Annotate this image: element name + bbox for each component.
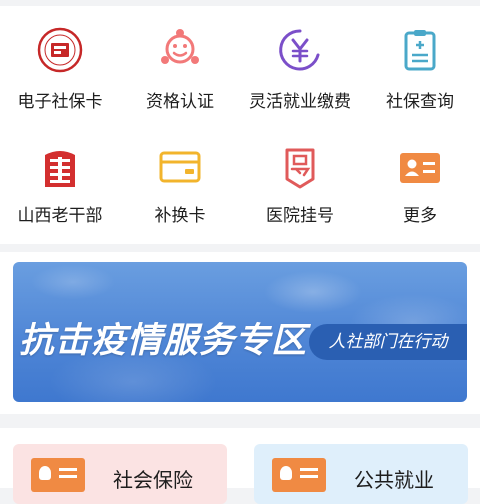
- service-label: 社保查询: [386, 92, 454, 112]
- yuan-payment-icon: [240, 28, 360, 72]
- tile-social-insurance[interactable]: 社会保险: [13, 444, 227, 504]
- service-label: 山西老干部: [17, 206, 103, 226]
- service-label: 资格认证: [146, 92, 214, 112]
- tile-label: 公共就业: [354, 468, 434, 492]
- card-replace-icon: [120, 146, 240, 190]
- shanxi-veteran-logo-icon: [0, 146, 120, 190]
- banner-section: 抗击疫情服务专区 人社部门在行动: [0, 252, 480, 414]
- service-label: 补换卡: [154, 206, 206, 226]
- banner-subtitle-pill: 人社部门在行动: [309, 324, 467, 360]
- clipboard-query-icon: [360, 28, 480, 72]
- tile-public-employment[interactable]: 公共就业: [254, 444, 468, 504]
- tile-label: 社会保险: [113, 468, 193, 492]
- banner-title: 抗击疫情服务专区: [19, 320, 308, 361]
- more-card-icon: [360, 146, 480, 190]
- id-card-icon: [31, 458, 85, 492]
- hospital-register-icon: [240, 146, 360, 190]
- epidemic-service-banner[interactable]: 抗击疫情服务专区 人社部门在行动: [13, 262, 467, 402]
- services-card: 电子社保卡 资格认证 灵活就业缴费 社保查询 山西老干部 补换卡 医院挂号 更多: [0, 6, 480, 244]
- service-label: 灵活就业缴费: [249, 92, 351, 112]
- service-label: 医院挂号: [266, 206, 334, 226]
- service-label: 电子社保卡: [17, 92, 103, 112]
- id-card-icon: [272, 458, 326, 492]
- service-label: 更多: [403, 206, 437, 226]
- bottom-tiles-section: 社会保险 公共就业: [0, 428, 480, 504]
- social-security-card-icon: [0, 27, 120, 73]
- face-auth-icon: [120, 28, 240, 72]
